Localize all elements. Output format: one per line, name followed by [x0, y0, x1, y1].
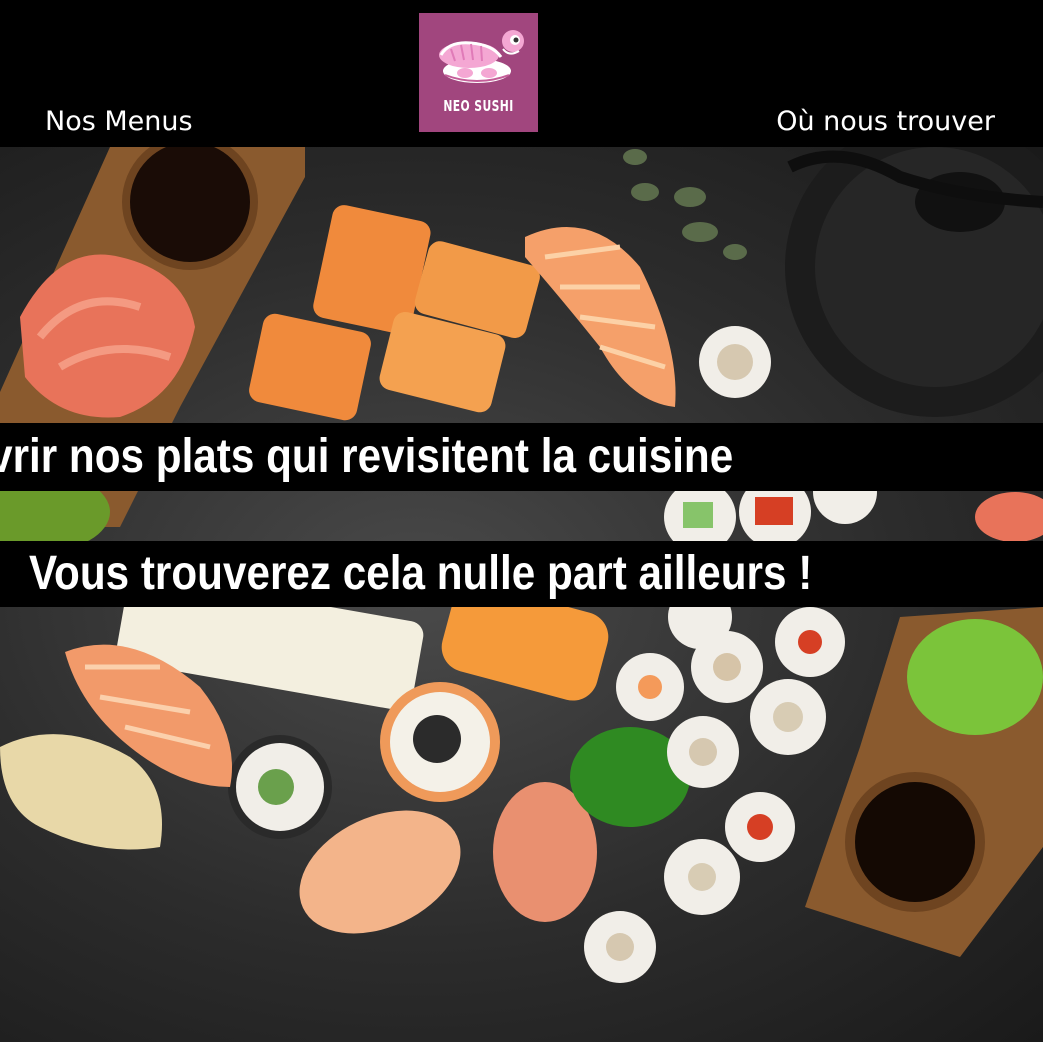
neo-sushi-logo[interactable]: NEO SUSHI — [419, 13, 538, 132]
nav-link-menus[interactable]: Nos Menus — [45, 104, 193, 140]
page: Nos Menus NEO SUSHI Où nous trouver rir … — [0, 0, 1043, 1042]
nav-link-find-us[interactable]: Où nous trouver — [776, 104, 995, 140]
tagline-banner-discover: couvrir nos plats qui revisitent la cuis… — [0, 423, 1043, 491]
tagline-discover-text: couvrir nos plats qui revisitent la cuis… — [0, 430, 734, 483]
site-header: Nos Menus NEO SUSHI Où nous trouver — [0, 0, 1043, 147]
tagline-banner-unique: Vous trouverez cela nulle part ailleurs … — [0, 541, 1043, 607]
hero-image: couvrir nos plats qui revisitent la cuis… — [0, 147, 1043, 1042]
logo-text: NEO SUSHI — [443, 97, 514, 115]
tagline-unique-text: Vous trouverez cela nulle part ailleurs … — [29, 547, 813, 600]
